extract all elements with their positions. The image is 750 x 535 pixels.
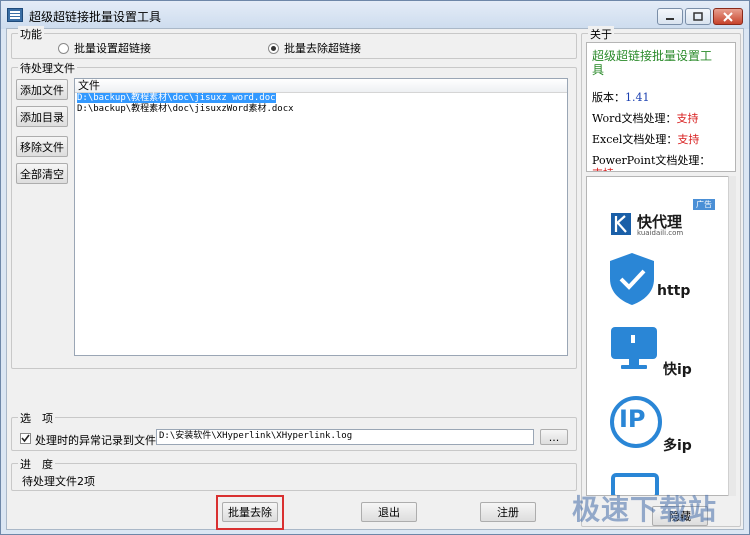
about-group: 关于 超级超链接批量设置工具 版本：1.41 Word文档处理：支持 Excel… (581, 26, 741, 527)
ad-scrollbar[interactable] (728, 176, 736, 496)
minimize-button[interactable] (657, 8, 683, 25)
app-icon (7, 8, 23, 22)
version-line: 版本：1.41 (592, 89, 650, 105)
close-button[interactable] (713, 8, 743, 25)
version-value: 1.41 (625, 91, 650, 104)
progress-group-label: 进 度 (18, 456, 55, 472)
remove-file-button[interactable]: 移除文件 (16, 136, 68, 157)
exit-button[interactable]: 退出 (361, 502, 417, 522)
word-label: Word文档处理： (592, 112, 677, 125)
register-button[interactable]: 注册 (480, 502, 536, 522)
options-group-label: 选 项 (18, 410, 55, 426)
list-item[interactable]: D:\backup\教程素材\doc\jisuxz word.doc (75, 93, 567, 104)
ad-domain: kuaidaili.com (637, 229, 684, 237)
about-panel: 超级超链接批量设置工具 版本：1.41 Word文档处理：支持 Excel文档处… (586, 42, 736, 172)
about-app-name: 超级超链接批量设置工具 (592, 49, 713, 77)
radio-set-hyperlink[interactable]: 批量设置超链接 (58, 40, 151, 56)
window-title: 超级超链接批量设置工具 (29, 10, 162, 24)
list-item[interactable]: D:\backup\教程素材\doc\jisuxzWord素材.docx (75, 104, 567, 115)
about-group-label: 关于 (588, 26, 614, 42)
add-file-button[interactable]: 添加文件 (16, 79, 68, 100)
radio-set-label: 批量设置超链接 (74, 42, 151, 55)
log-checkbox-label: 处理时的异常记录到文件: (35, 434, 160, 447)
excel-label: Excel文档处理： (592, 133, 678, 146)
excel-value: 支持 (677, 133, 700, 146)
checkmark-icon (21, 434, 30, 443)
ad-fast-ip-label: 快ip (663, 362, 692, 378)
file-list[interactable]: 文件 D:\backup\教程素材\doc\jisuxz word.doc D:… (74, 78, 568, 356)
highlight-box (216, 495, 284, 530)
ad-http-label: http (657, 283, 691, 299)
file-column-header[interactable]: 文件 (75, 79, 567, 93)
options-group: 选 项 处理时的异常记录到文件: D:\安装软件\XHyperlink\XHyp… (11, 410, 577, 451)
radio-remove-hyperlink[interactable]: 批量去除超链接 (268, 40, 361, 56)
progress-group: 进 度 待处理文件2项 (11, 456, 577, 491)
ad-badge: 广告 (693, 199, 715, 210)
radio-remove-label: 批量去除超链接 (284, 42, 361, 55)
excel-line: Excel文档处理：支持 (592, 131, 699, 147)
log-path-field[interactable]: D:\安装软件\XHyperlink\XHyperlink.log (156, 429, 534, 445)
version-label: 版本： (592, 91, 625, 104)
watermark: 极速下载站 (572, 493, 718, 526)
ad-ip-text: IP (619, 405, 646, 433)
radio-set-dot[interactable] (58, 42, 69, 54)
clear-all-button[interactable]: 全部清空 (16, 163, 68, 184)
title-bar: 超级超链接批量设置工具 (1, 1, 749, 29)
ppt-value: 支持 (592, 165, 614, 171)
monitor-icon (611, 327, 657, 369)
shield-icon (610, 253, 654, 305)
ad-panel[interactable]: 广告 快代理 kuaidaili.com http 快ip IP 多ip (586, 176, 736, 496)
minimize-icon (666, 17, 674, 20)
browse-button[interactable]: ... (540, 429, 568, 445)
maximize-button[interactable] (685, 8, 711, 25)
progress-status: 待处理文件2项 (22, 475, 95, 488)
client-area: 功能 批量设置超链接 批量去除超链接 待处理文件 添加文件 添加目录 移除文件 … (6, 26, 744, 530)
file-path: D:\backup\教程素材\doc\jisuxzWord素材.docx (77, 104, 294, 114)
ad-multi-ip-label: 多ip (663, 438, 692, 454)
kuaidaili-logo-icon (611, 213, 631, 235)
word-value: 支持 (676, 112, 699, 125)
function-group: 功能 批量设置超链接 批量去除超链接 (11, 26, 577, 59)
word-line: Word文档处理：支持 (592, 110, 698, 126)
pending-files-label: 待处理文件 (18, 60, 77, 76)
file-path: D:\backup\教程素材\doc\jisuxz word.doc (77, 93, 276, 103)
log-checkbox[interactable] (20, 433, 31, 444)
pending-files-group: 待处理文件 添加文件 添加目录 移除文件 全部清空 文件 D:\backup\教… (11, 60, 577, 369)
radio-remove-dot[interactable] (268, 42, 279, 54)
maximize-icon (693, 12, 703, 21)
close-icon (723, 11, 733, 22)
function-group-label: 功能 (18, 26, 44, 42)
add-folder-button[interactable]: 添加目录 (16, 106, 68, 127)
